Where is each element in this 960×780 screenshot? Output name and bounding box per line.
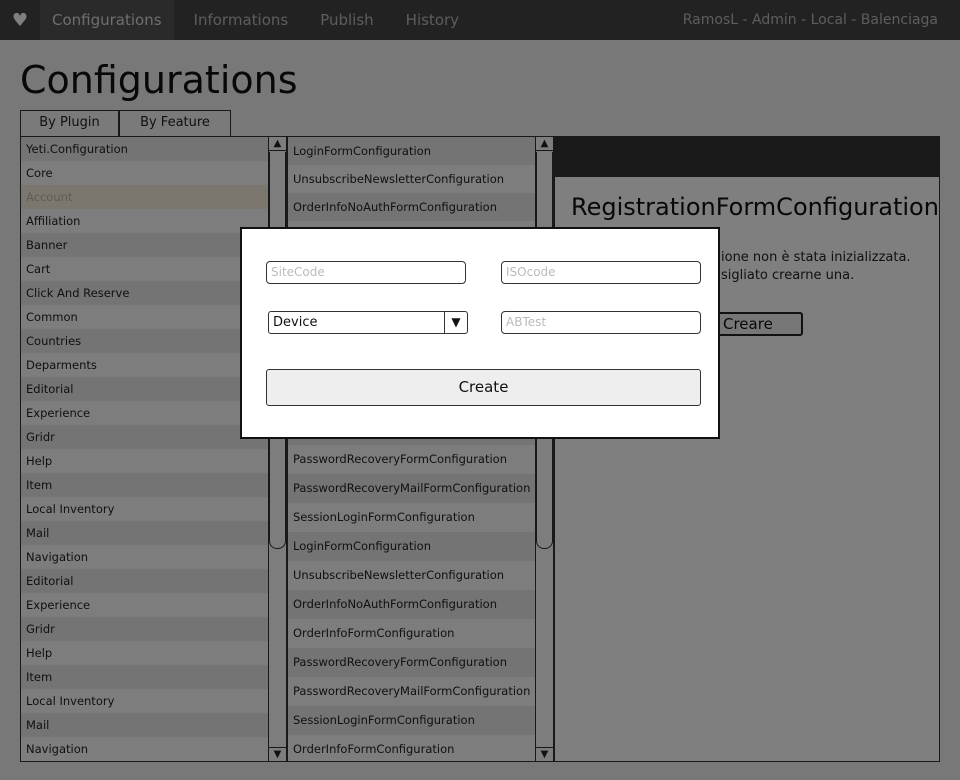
modal-create-button[interactable]: Create [266,369,701,406]
isocode-input[interactable]: ISOcode [501,261,701,284]
sitecode-input[interactable]: SiteCode [266,261,466,284]
triangle-down-icon[interactable]: ▼ [444,312,467,333]
device-select-value: Device [273,315,318,330]
abtest-input[interactable]: ABTest [501,311,701,334]
device-select[interactable]: Device ▼ [268,311,468,334]
create-configuration-modal: SiteCode ISOcode Device ▼ ABTest Create [240,227,720,439]
